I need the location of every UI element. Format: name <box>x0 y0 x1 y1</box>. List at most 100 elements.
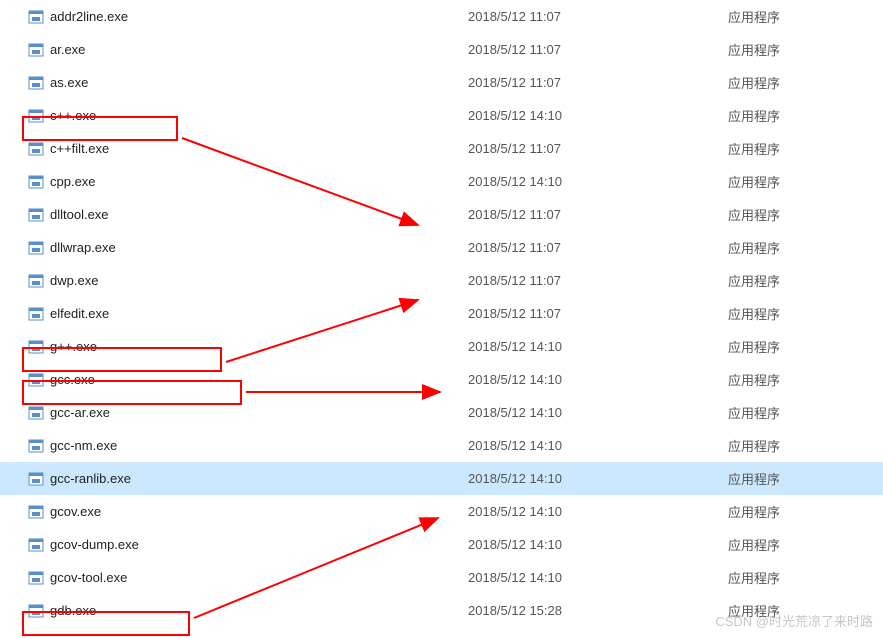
file-type-cell: 应用程序 <box>728 238 878 257</box>
exe-icon <box>28 75 44 91</box>
file-name-cell: gcov-dump.exe <box>28 537 468 553</box>
file-name-label: gcov.exe <box>50 504 101 519</box>
file-name-label: gdb.exe <box>50 603 96 618</box>
file-date-cell: 2018/5/12 14:10 <box>468 372 728 387</box>
file-name-cell: gcc.exe <box>28 372 468 388</box>
exe-icon <box>28 42 44 58</box>
file-name-cell: gcc-ar.exe <box>28 405 468 421</box>
file-name-label: cpp.exe <box>50 174 96 189</box>
file-name-cell: gcov.exe <box>28 504 468 520</box>
file-date-cell: 2018/5/12 14:10 <box>468 405 728 420</box>
file-row[interactable]: c++filt.exe 2018/5/12 11:07应用程序 <box>0 132 883 165</box>
file-row[interactable]: gcc.exe2018/5/12 14:10应用程序 <box>0 363 883 396</box>
file-name-label: gcc-nm.exe <box>50 438 117 453</box>
file-name-cell: cpp.exe <box>28 174 468 190</box>
exe-icon <box>28 207 44 223</box>
file-name-cell: gdb.exe <box>28 603 468 619</box>
file-name-label: c++.exe <box>50 108 96 123</box>
file-date-cell: 2018/5/12 14:10 <box>468 174 728 189</box>
file-type-cell: 应用程序 <box>728 436 878 455</box>
file-row[interactable]: gcc-nm.exe 2018/5/12 14:10应用程序 <box>0 429 883 462</box>
file-name-label: dlltool.exe <box>50 207 109 222</box>
file-type-cell: 应用程序 <box>728 7 878 26</box>
file-name-label: c++filt.exe <box>50 141 109 156</box>
exe-icon <box>28 603 44 619</box>
file-type-cell: 应用程序 <box>728 304 878 323</box>
file-name-label: gcc-ar.exe <box>50 405 110 420</box>
file-name-cell: elfedit.exe <box>28 306 468 322</box>
file-row[interactable]: elfedit.exe2018/5/12 11:07应用程序 <box>0 297 883 330</box>
file-date-cell: 2018/5/12 11:07 <box>468 273 728 288</box>
file-row[interactable]: gcov.exe 2018/5/12 14:10应用程序 <box>0 495 883 528</box>
exe-icon <box>28 570 44 586</box>
file-name-label: as.exe <box>50 75 88 90</box>
file-type-cell: 应用程序 <box>728 40 878 59</box>
file-name-cell: gcc-nm.exe <box>28 438 468 454</box>
file-type-cell: 应用程序 <box>728 469 878 488</box>
file-row[interactable]: cpp.exe2018/5/12 14:10应用程序 <box>0 165 883 198</box>
watermark: CSDN @时光荒凉了来时路 <box>715 611 873 630</box>
file-date-cell: 2018/5/12 14:10 <box>468 108 728 123</box>
file-type-cell: 应用程序 <box>728 271 878 290</box>
file-row[interactable]: as.exe2018/5/12 11:07应用程序 <box>0 66 883 99</box>
file-date-cell: 2018/5/12 14:10 <box>468 471 728 486</box>
file-date-cell: 2018/5/12 14:10 <box>468 339 728 354</box>
file-row[interactable]: ar.exe2018/5/12 11:07应用程序 <box>0 33 883 66</box>
exe-icon <box>28 240 44 256</box>
file-name-label: ar.exe <box>50 42 85 57</box>
exe-icon <box>28 9 44 25</box>
file-date-cell: 2018/5/12 14:10 <box>468 504 728 519</box>
file-type-cell: 应用程序 <box>728 535 878 554</box>
file-row[interactable]: gcc-ranlib.exe 2018/5/12 14:10应用程序 <box>0 462 883 495</box>
file-row[interactable]: gcov-dump.exe2018/5/12 14:10应用程序 <box>0 528 883 561</box>
exe-icon <box>28 306 44 322</box>
file-name-cell: dllwrap.exe <box>28 240 468 256</box>
file-row[interactable]: c++.exe2018/5/12 14:10应用程序 <box>0 99 883 132</box>
file-date-cell: 2018/5/12 14:10 <box>468 570 728 585</box>
exe-icon <box>28 273 44 289</box>
file-name-label: gcov-tool.exe <box>50 570 127 585</box>
file-name-label: gcov-dump.exe <box>50 537 139 552</box>
file-row[interactable]: dwp.exe 2018/5/12 11:07应用程序 <box>0 264 883 297</box>
file-type-cell: 应用程序 <box>728 139 878 158</box>
file-date-cell: 2018/5/12 14:10 <box>468 438 728 453</box>
file-type-cell: 应用程序 <box>728 337 878 356</box>
file-date-cell: 2018/5/12 11:07 <box>468 141 728 156</box>
file-name-cell: ar.exe <box>28 42 468 58</box>
file-row[interactable]: g++.exe 2018/5/12 14:10应用程序 <box>0 330 883 363</box>
file-name-cell: addr2line.exe <box>28 9 468 25</box>
exe-icon <box>28 438 44 454</box>
exe-icon <box>28 471 44 487</box>
file-type-cell: 应用程序 <box>728 205 878 224</box>
exe-icon <box>28 504 44 520</box>
file-type-cell: 应用程序 <box>728 73 878 92</box>
file-list: addr2line.exe2018/5/12 11:07应用程序ar.exe20… <box>0 0 883 627</box>
exe-icon <box>28 141 44 157</box>
exe-icon <box>28 108 44 124</box>
exe-icon <box>28 339 44 355</box>
file-name-cell: dlltool.exe <box>28 207 468 223</box>
file-row[interactable]: gcc-ar.exe2018/5/12 14:10应用程序 <box>0 396 883 429</box>
exe-icon <box>28 174 44 190</box>
file-name-label: gcc-ranlib.exe <box>50 471 131 486</box>
file-row[interactable]: dllwrap.exe 2018/5/12 11:07应用程序 <box>0 231 883 264</box>
file-name-label: dwp.exe <box>50 273 98 288</box>
file-type-cell: 应用程序 <box>728 370 878 389</box>
file-name-cell: as.exe <box>28 75 468 91</box>
file-date-cell: 2018/5/12 11:07 <box>468 240 728 255</box>
file-date-cell: 2018/5/12 11:07 <box>468 9 728 24</box>
file-name-cell: gcov-tool.exe <box>28 570 468 586</box>
file-row[interactable]: dlltool.exe2018/5/12 11:07应用程序 <box>0 198 883 231</box>
file-type-cell: 应用程序 <box>728 502 878 521</box>
exe-icon <box>28 537 44 553</box>
file-name-cell: g++.exe <box>28 339 468 355</box>
file-row[interactable]: gcov-tool.exe2018/5/12 14:10应用程序 <box>0 561 883 594</box>
file-name-label: g++.exe <box>50 339 97 354</box>
file-row[interactable]: addr2line.exe 2018/5/12 11:07应用程序 <box>0 0 883 33</box>
exe-icon <box>28 405 44 421</box>
file-date-cell: 2018/5/12 11:07 <box>468 306 728 321</box>
file-name-label: dllwrap.exe <box>50 240 116 255</box>
exe-icon <box>28 372 44 388</box>
file-name-label: addr2line.exe <box>50 9 128 24</box>
file-name-cell: dwp.exe <box>28 273 468 289</box>
